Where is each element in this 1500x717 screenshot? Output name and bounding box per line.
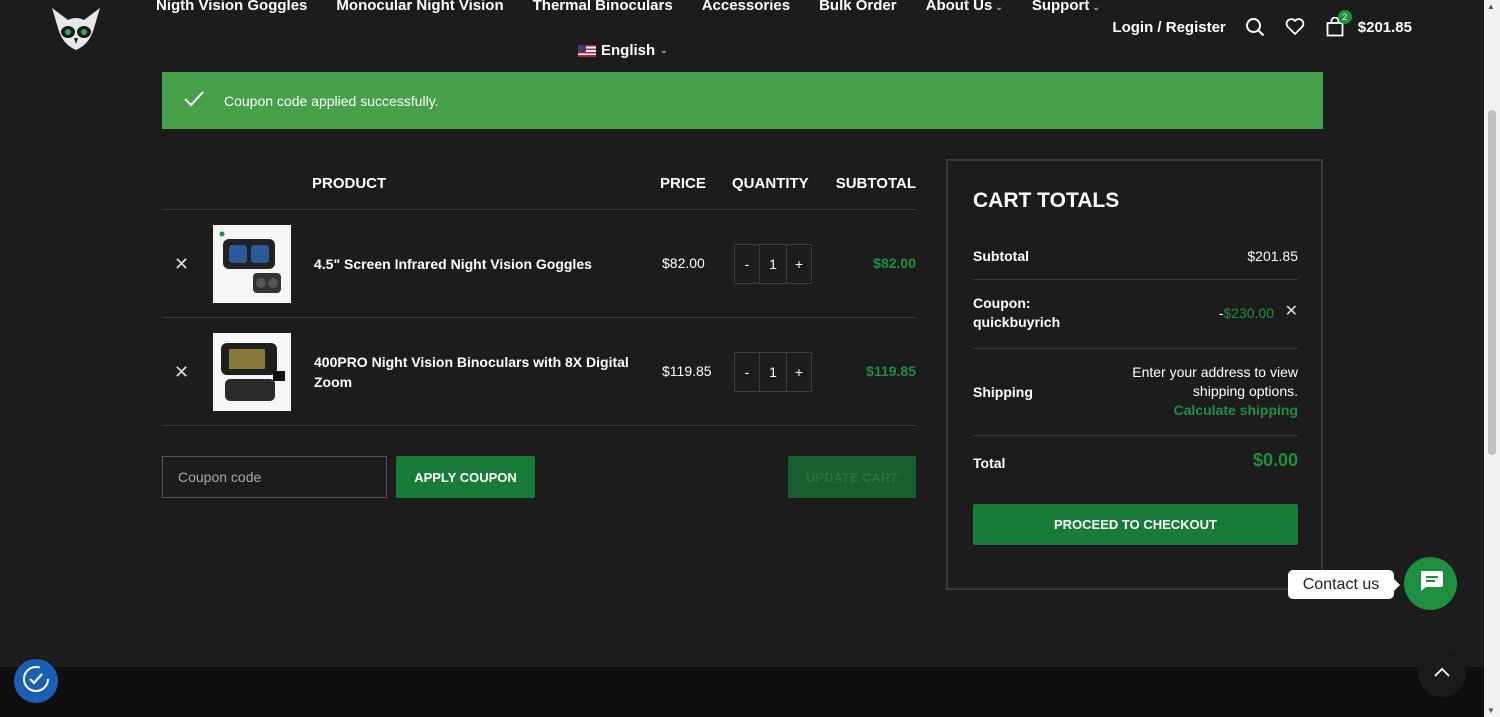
item-subtotal: $82.00: [873, 255, 916, 271]
nav-accessories[interactable]: Accessories: [702, 0, 790, 17]
qty-input[interactable]: 1: [759, 245, 787, 283]
subtotal-value: $201.85: [1247, 248, 1298, 264]
accessibility-icon: [21, 664, 51, 699]
nav-night-vision-goggles[interactable]: Nigth Vision Goggles: [156, 0, 307, 17]
item-price: $119.85: [662, 363, 712, 379]
quantity-stepper: - 1 +: [734, 352, 812, 392]
coupon-code-input[interactable]: [162, 456, 387, 498]
cart-table-header: PRODUCT PRICE QUANTITY SUBTOTAL: [162, 160, 916, 210]
qty-plus-button[interactable]: +: [787, 353, 811, 391]
us-flag-icon: [578, 44, 596, 57]
header-cart-total[interactable]: $201.85: [1358, 19, 1412, 36]
page-scrollbar[interactable]: ▲ ▼: [1484, 0, 1500, 717]
shipping-info: Enter your address to view shipping opti…: [1132, 363, 1298, 420]
header-actions: Login / Register 2 $201.85: [1112, 10, 1412, 38]
qty-minus-button[interactable]: -: [735, 353, 759, 391]
scrollbar-thumb[interactable]: [1488, 110, 1496, 455]
product-thumbnail[interactable]: [213, 225, 291, 303]
total-value: $0.00: [1252, 450, 1298, 470]
heart-icon[interactable]: [1284, 16, 1306, 38]
nav-thermal-binoculars[interactable]: Thermal Binoculars: [533, 0, 673, 17]
scroll-down-arrow-icon[interactable]: ▼: [1487, 706, 1495, 715]
product-thumbnail[interactable]: [213, 333, 291, 411]
qty-plus-button[interactable]: +: [787, 245, 811, 283]
cart-item-row: ✕ 400PRO Night Vision Binoculars with 8X…: [162, 318, 916, 426]
product-name-link[interactable]: 400PRO Night Vision Binoculars with 8X D…: [314, 352, 634, 392]
coupon-label-prefix: Coupon:: [973, 295, 1031, 311]
cart-item-row: ✕ 4.5" Screen Infrared Night Vision Gogg…: [162, 210, 916, 318]
chevron-down-icon: ⌄: [1092, 2, 1100, 12]
coupon-discount-value: -$230.00: [1219, 304, 1274, 323]
header-quantity: QUANTITY: [732, 175, 809, 192]
item-price: $82.00: [662, 255, 705, 271]
totals-shipping-row: Shipping Enter your address to view ship…: [973, 349, 1298, 436]
cart-totals-panel: CART TOTALS Subtotal $201.85 Coupon: qui…: [946, 159, 1323, 590]
proceed-to-checkout-button[interactable]: PROCEED TO CHECKOUT: [973, 504, 1298, 545]
chevron-up-icon: [1434, 664, 1450, 682]
shipping-label: Shipping: [973, 384, 1033, 400]
language-label: English: [601, 42, 656, 59]
coupon-value-amount: $230.00: [1223, 305, 1274, 321]
qty-minus-button[interactable]: -: [735, 245, 759, 283]
coupon-code-name: quickbuyrich: [973, 314, 1061, 330]
shipping-text-line-1: Enter your address to view: [1132, 364, 1298, 380]
header-price: PRICE: [660, 175, 706, 192]
nav-bulk-order[interactable]: Bulk Order: [819, 0, 897, 17]
calculate-shipping-link[interactable]: Calculate shipping: [1174, 402, 1298, 418]
language-selector[interactable]: English ⌄: [578, 42, 668, 59]
notice-message: Coupon code applied successfully.: [224, 92, 439, 109]
chat-button[interactable]: [1404, 557, 1457, 610]
scroll-to-top-button[interactable]: [1418, 649, 1466, 697]
scroll-up-arrow-icon[interactable]: ▲: [1487, 2, 1495, 11]
quantity-stepper: - 1 +: [734, 244, 812, 284]
chat-icon: [1418, 569, 1444, 598]
apply-coupon-button[interactable]: APPLY COUPON: [396, 456, 535, 498]
checkmark-icon: [184, 91, 204, 110]
login-register-link[interactable]: Login / Register: [1112, 19, 1225, 36]
qty-input[interactable]: 1: [759, 353, 787, 391]
remove-item-icon[interactable]: ✕: [174, 254, 189, 275]
remove-item-icon[interactable]: ✕: [174, 362, 189, 383]
product-name-link[interactable]: 4.5" Screen Infrared Night Vision Goggle…: [314, 254, 634, 274]
total-label: Total: [973, 455, 1006, 471]
cart-table: PRODUCT PRICE QUANTITY SUBTOTAL ✕ 4.5" S…: [162, 160, 916, 426]
main-nav: Nigth Vision Goggles Monocular Night Vis…: [156, 0, 1100, 17]
nav-monocular-night-vision[interactable]: Monocular Night Vision: [336, 0, 503, 17]
coupon-label: Coupon: quickbuyrich: [973, 294, 1060, 332]
footer: [0, 667, 1484, 717]
totals-total-row: Total $0.00: [973, 436, 1298, 488]
chevron-down-icon: ⌄: [995, 2, 1003, 12]
totals-coupon-row: Coupon: quickbuyrich -$230.00 ✕: [973, 280, 1298, 349]
totals-subtotal-row: Subtotal $201.85: [973, 233, 1298, 280]
nav-about-us[interactable]: About Us ⌄: [926, 0, 1003, 17]
owl-logo[interactable]: [50, 6, 102, 52]
coupon-success-notice: Coupon code applied successfully.: [162, 72, 1323, 129]
search-icon[interactable]: [1244, 16, 1266, 38]
header-subtotal: SUBTOTAL: [835, 175, 916, 192]
accessibility-button[interactable]: [14, 659, 58, 703]
cart-icon[interactable]: 2: [1324, 10, 1352, 38]
item-subtotal: $119.85: [866, 363, 916, 379]
chevron-down-icon: ⌄: [660, 45, 668, 55]
header-product: PRODUCT: [312, 175, 387, 192]
shipping-text-line-2: shipping options.: [1192, 383, 1298, 399]
cart-totals-title: CART TOTALS: [973, 189, 1120, 212]
subtotal-label: Subtotal: [973, 248, 1029, 264]
cart-count-badge: 2: [1337, 10, 1352, 24]
contact-us-tooltip[interactable]: Contact us: [1288, 570, 1400, 599]
remove-coupon-icon[interactable]: ✕: [1285, 302, 1298, 321]
update-cart-button[interactable]: UPDATE CART: [788, 456, 916, 498]
nav-support[interactable]: Support ⌄: [1032, 0, 1100, 17]
